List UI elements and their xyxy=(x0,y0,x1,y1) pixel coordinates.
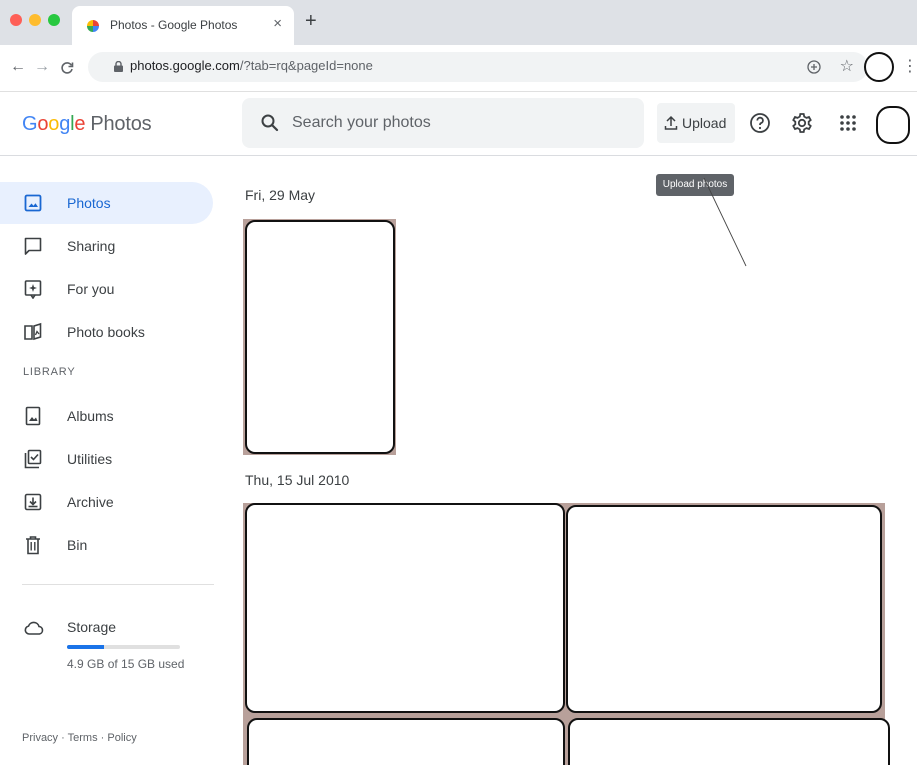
tab-title: Photos - Google Photos xyxy=(110,18,238,32)
sidebar-item-label: Sharing xyxy=(67,238,116,254)
albums-icon xyxy=(25,406,41,426)
storage-progress-fill xyxy=(67,645,105,649)
sidebar-item-label: For you xyxy=(67,281,115,297)
google-photos-logo[interactable]: Google Photos xyxy=(22,113,152,136)
reload-icon[interactable] xyxy=(60,61,74,75)
browser-tab-bar: Photos - Google Photos × + xyxy=(0,0,917,45)
window-close-button[interactable] xyxy=(10,14,22,26)
search-icon[interactable] xyxy=(260,113,280,133)
browser-profile-avatar[interactable] xyxy=(864,52,894,82)
sidebar-divider xyxy=(22,584,214,585)
upload-button[interactable]: Upload xyxy=(657,103,735,143)
storage-usage-text: 4.9 GB of 15 GB used xyxy=(67,657,185,671)
for-you-icon xyxy=(24,280,42,299)
sidebar-item-photos[interactable]: Photos xyxy=(0,182,213,224)
bin-icon xyxy=(26,536,40,555)
upload-tooltip: Upload photos xyxy=(656,174,734,196)
google-apps-grid-icon[interactable] xyxy=(836,111,860,135)
sidebar-item-for-you[interactable]: For you xyxy=(0,268,213,310)
sidebar-item-utilities[interactable]: Utilities xyxy=(0,438,213,480)
sidebar-item-label: Archive xyxy=(67,494,114,510)
search-box[interactable] xyxy=(242,98,644,148)
storage-progress-bar xyxy=(67,645,180,649)
photos-header: GooglePhotos Upload xyxy=(0,92,917,156)
photo-thumbnail[interactable] xyxy=(247,718,565,765)
date-group-header: Fri, 29 May xyxy=(245,187,316,203)
sidebar-item-label: Photos xyxy=(67,195,111,211)
sidebar-item-label: Albums xyxy=(67,408,114,424)
url-text: photos.google.com/?tab=rq&pageId=none xyxy=(130,58,373,73)
help-icon[interactable] xyxy=(748,111,772,135)
photo-icon xyxy=(24,194,42,212)
sidebar-item-bin[interactable]: Bin xyxy=(0,524,213,566)
sidebar-item-archive[interactable]: Archive xyxy=(0,481,213,523)
archive-icon xyxy=(24,493,42,511)
policy-link[interactable]: Policy xyxy=(107,732,136,744)
storage-link[interactable]: Storage xyxy=(67,619,116,635)
photo-thumbnail[interactable] xyxy=(245,503,565,713)
window-minimize-button[interactable] xyxy=(29,14,41,26)
photo-books-icon xyxy=(24,322,42,341)
search-input[interactable] xyxy=(292,98,632,148)
footer-separator: · xyxy=(100,732,105,744)
lock-icon xyxy=(114,61,123,72)
back-arrow-icon[interactable]: ← xyxy=(10,58,26,76)
sidebar-item-albums[interactable]: Albums xyxy=(0,395,213,437)
library-section-label: LIBRARY xyxy=(23,366,76,378)
sidebar-item-label: Utilities xyxy=(67,451,113,467)
footer-separator: · xyxy=(61,732,65,744)
sidebar-item-label: Photo books xyxy=(67,324,145,340)
photo-thumbnail[interactable] xyxy=(566,505,882,713)
sidebar-item-sharing[interactable]: Sharing xyxy=(0,225,213,267)
tab-close-icon[interactable]: × xyxy=(273,15,282,32)
terms-link[interactable]: Terms xyxy=(68,732,98,744)
upload-label: Upload xyxy=(682,115,727,131)
privacy-link[interactable]: Privacy xyxy=(22,732,58,744)
photo-thumbnail[interactable] xyxy=(568,718,890,765)
browser-tab[interactable]: Photos - Google Photos × xyxy=(72,6,294,45)
browser-menu-icon[interactable]: ⋮ xyxy=(902,56,917,76)
sidebar: Photos Sharing For you Photo books LIBRA… xyxy=(0,157,232,765)
google-photos-favicon-icon xyxy=(87,20,99,32)
browser-toolbar: ← → photos.google.com/?tab=rq&pageId=non… xyxy=(0,45,917,92)
utilities-icon xyxy=(24,449,42,469)
sharing-icon xyxy=(24,237,42,255)
upload-icon xyxy=(664,115,678,130)
cloud-icon xyxy=(24,621,44,635)
address-bar[interactable]: photos.google.com/?tab=rq&pageId=none ☆ xyxy=(88,52,868,82)
new-tab-button[interactable]: + xyxy=(305,10,317,33)
footer-links: Privacy · Terms · Policy xyxy=(22,732,137,744)
sidebar-item-label: Bin xyxy=(67,537,88,553)
photo-thumbnail[interactable] xyxy=(245,220,395,454)
date-group-header: Thu, 15 Jul 2010 xyxy=(245,472,350,488)
sidebar-item-photo-books[interactable]: Photo books xyxy=(0,311,213,353)
window-maximize-button[interactable] xyxy=(48,14,60,26)
install-app-icon[interactable] xyxy=(806,59,822,75)
forward-arrow-icon[interactable]: → xyxy=(34,58,50,76)
account-avatar[interactable] xyxy=(876,106,910,144)
bookmark-star-icon[interactable]: ☆ xyxy=(840,56,854,76)
settings-gear-icon[interactable] xyxy=(790,111,814,135)
